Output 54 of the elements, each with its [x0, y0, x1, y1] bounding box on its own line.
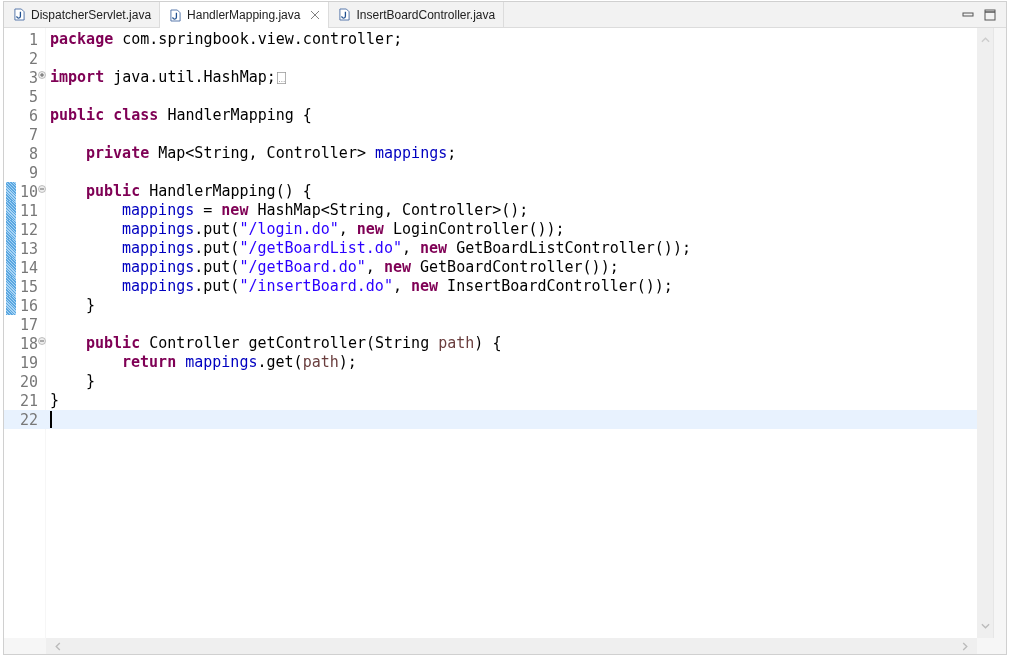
java-file-icon: [339, 8, 351, 21]
editor-tab[interactable]: HandlerMapping.java: [160, 2, 330, 28]
line-number: 21: [18, 391, 38, 410]
code-line: public HandlerMapping() {: [86, 182, 312, 201]
line-number: 13: [18, 239, 38, 258]
code-line: mappings.put("/getBoardList.do", new GetBoardListController());: [122, 239, 691, 258]
line-number: 3: [27, 68, 38, 87]
code-line: }: [50, 391, 60, 410]
editor-tab[interactable]: InsertBoardController.java: [329, 2, 505, 27]
code-line: }: [86, 372, 96, 391]
code-line: return mappings.get(path);: [122, 353, 357, 372]
line-number: 22: [18, 410, 38, 429]
line-number: 14: [18, 258, 38, 277]
code-line: public Controller getController(String path) {: [86, 334, 502, 353]
line-number: 9: [27, 163, 38, 182]
code-line: mappings.put("/getBoard.do", new GetBoardController());: [122, 258, 619, 277]
line-number: 16: [18, 296, 38, 315]
line-number: 19: [18, 353, 38, 372]
line-number: 2: [27, 49, 38, 68]
scroll-up-icon[interactable]: [980, 36, 990, 44]
code-line: public class HandlerMapping {: [50, 106, 312, 125]
collapse-icon[interactable]: [38, 337, 46, 345]
maximize-icon[interactable]: [984, 8, 996, 21]
line-number: 15: [18, 277, 38, 296]
line-number: 5: [27, 87, 38, 106]
scroll-down-icon[interactable]: [980, 622, 990, 630]
code-line: import java.util.HashMap;: [50, 68, 276, 87]
line-number: 1: [27, 30, 38, 49]
code-line: mappings = new HashMap<String, Controller>();: [122, 201, 529, 220]
code-line: }: [86, 296, 96, 315]
line-number: 8: [27, 144, 38, 163]
line-number: 12: [18, 220, 38, 239]
vertical-scrollbar[interactable]: [977, 28, 993, 638]
line-number: 20: [18, 372, 38, 391]
text-cursor: [50, 411, 52, 428]
code-line: mappings.put("/insertBoard.do", new InsertBoardController());: [122, 277, 673, 296]
code-line: private Map<String, Controller> mappings;: [86, 144, 457, 163]
code-line: package com.springbook.view.controller;: [50, 30, 403, 49]
collapse-icon[interactable]: [38, 185, 46, 193]
line-number: 18: [18, 334, 38, 353]
folded-code-icon[interactable]: [276, 70, 286, 85]
line-number: 11: [18, 201, 38, 220]
line-number: 17: [18, 315, 38, 334]
line-number: 10: [18, 182, 38, 201]
horizontal-scrollbar[interactable]: [46, 638, 977, 654]
scroll-right-icon[interactable]: [961, 641, 969, 651]
java-file-icon: [14, 8, 25, 21]
expand-icon[interactable]: [38, 71, 46, 79]
java-file-icon: [170, 8, 182, 22]
close-icon[interactable]: [310, 10, 321, 20]
line-number: 6: [27, 106, 38, 125]
scroll-left-icon[interactable]: [54, 641, 62, 651]
code-line: mappings.put("/login.do", new LoginController());: [122, 220, 565, 239]
line-number: 7: [27, 125, 38, 144]
